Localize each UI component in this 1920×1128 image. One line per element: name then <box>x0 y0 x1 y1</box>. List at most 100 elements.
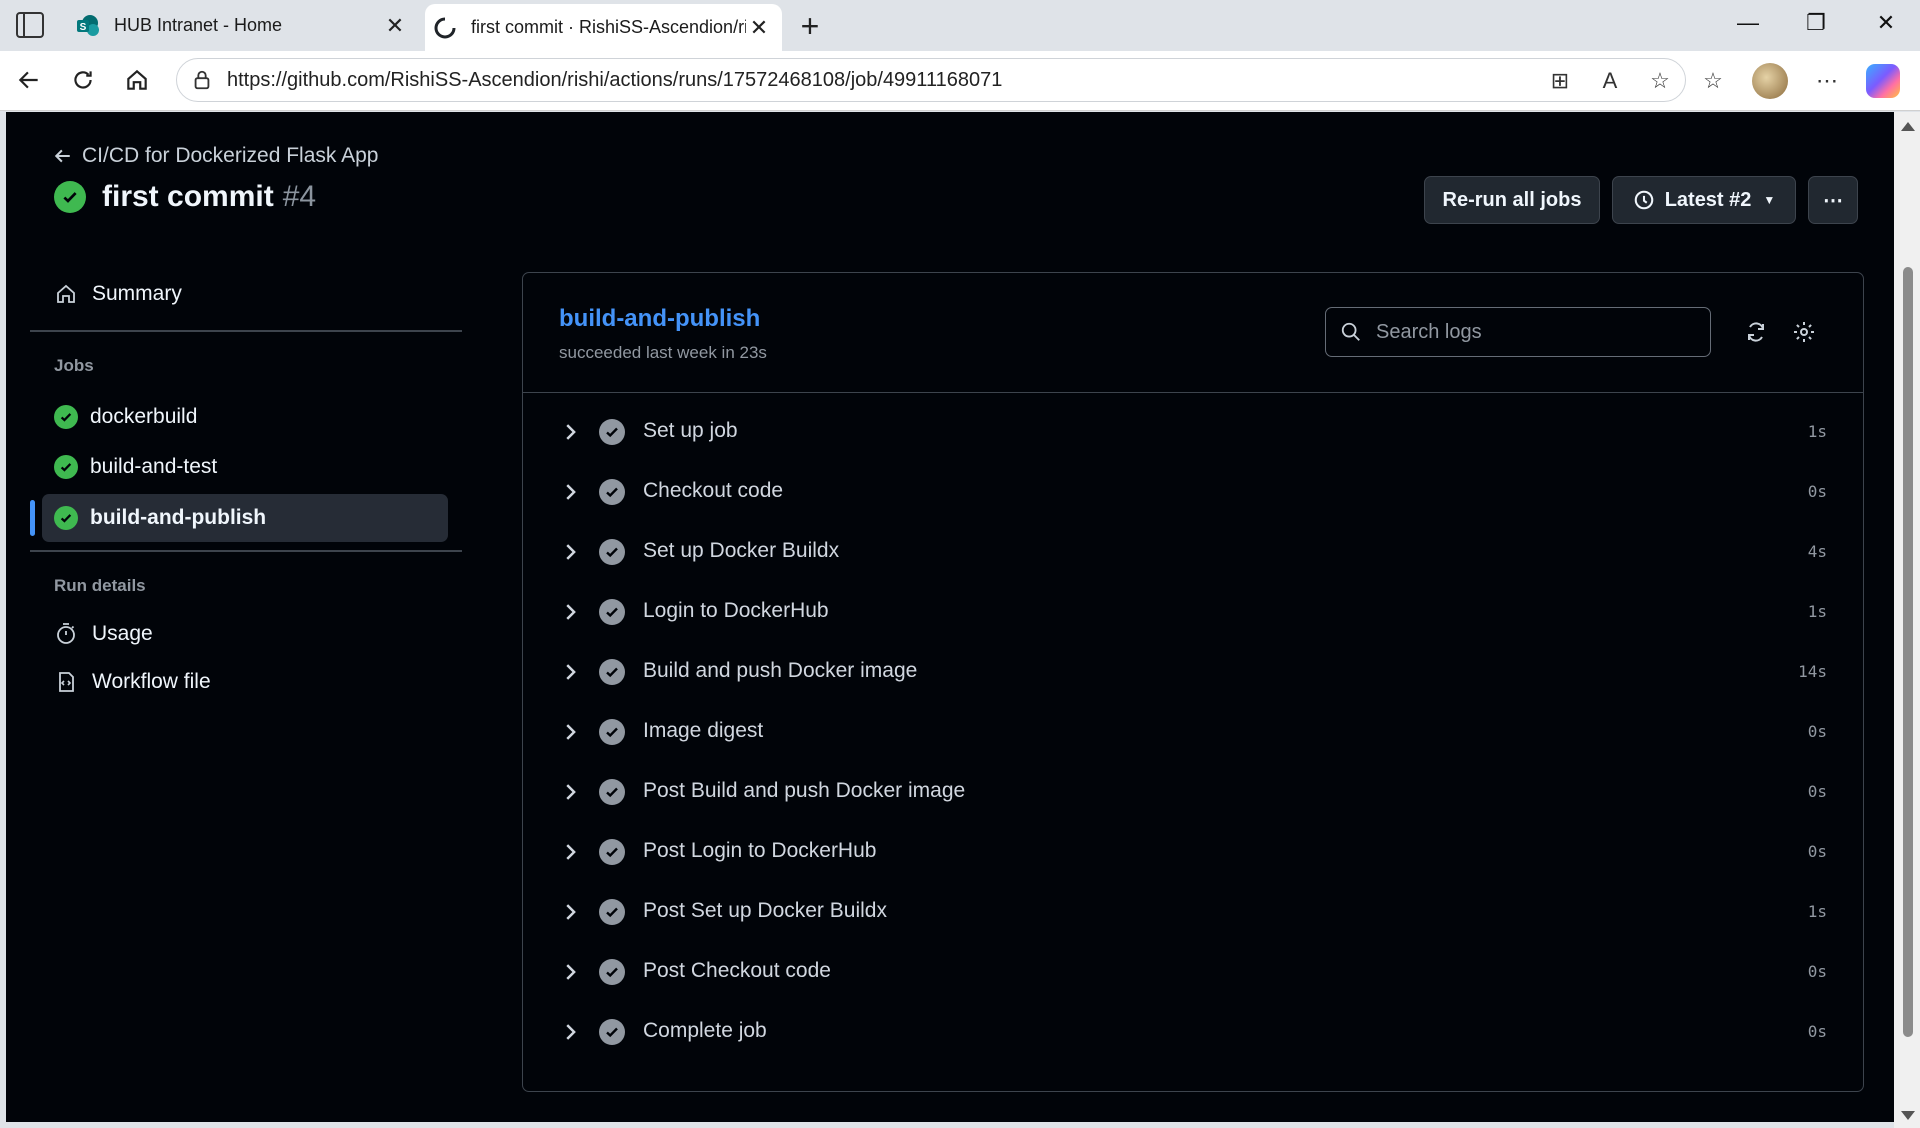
step-row[interactable]: Build and push Docker image 14s <box>523 643 1863 703</box>
attempt-label: Latest #2 <box>1664 188 1752 211</box>
favorites-icon[interactable]: ☆ <box>1700 68 1726 94</box>
browser-tab-github[interactable]: first commit · RishiSS-Ascendion/rishi ✕ <box>425 4 782 51</box>
back-icon[interactable] <box>12 63 46 97</box>
profile-avatar[interactable] <box>1752 63 1788 99</box>
job-header: build-and-publish succeeded last week in… <box>523 273 1863 393</box>
chevron-right-icon[interactable] <box>559 661 581 683</box>
url-bar[interactable]: https://github.com/RishiSS-Ascendion/ris… <box>176 58 1686 102</box>
more-icon[interactable]: ⋯ <box>1814 68 1840 94</box>
history-icon <box>1634 190 1653 210</box>
lock-icon[interactable] <box>191 69 213 91</box>
app-available-icon[interactable]: ⊞ <box>1547 68 1573 94</box>
step-row[interactable]: Post Checkout code 0s <box>523 943 1863 1003</box>
chevron-right-icon[interactable] <box>559 1021 581 1043</box>
step-row[interactable]: Complete job 0s <box>523 1003 1863 1063</box>
sidebar-item-workflow-file[interactable]: Workflow file <box>54 670 211 694</box>
workflow-file-label: Workflow file <box>92 670 211 693</box>
new-tab-icon[interactable]: + <box>795 8 825 45</box>
step-row[interactable]: Checkout code 0s <box>523 463 1863 523</box>
sidebar-item-summary[interactable]: Summary <box>54 282 182 306</box>
home-icon[interactable] <box>120 63 154 97</box>
chevron-right-icon[interactable] <box>559 421 581 443</box>
job-label: build-and-publish <box>90 506 267 529</box>
address-bar-row: https://github.com/RishiSS-Ascendion/ris… <box>0 51 1920 111</box>
step-duration: 0s <box>1807 782 1827 801</box>
tab-actions-icon[interactable] <box>16 12 44 38</box>
more-options-button[interactable]: ⋯ <box>1808 176 1858 224</box>
search-input[interactable] <box>1374 319 1674 345</box>
step-row[interactable]: Set up job 1s <box>523 403 1863 463</box>
scroll-up-icon[interactable] <box>1901 122 1915 131</box>
file-code-icon <box>59 672 74 692</box>
browser-tab-hub-intranet[interactable]: S HUB Intranet - Home ✕ <box>68 4 418 47</box>
step-duration: 0s <box>1807 1022 1827 1041</box>
chevron-right-icon[interactable] <box>559 541 581 563</box>
search-icon <box>1341 322 1360 341</box>
step-name: Build and push Docker image <box>643 659 918 682</box>
chevron-right-icon[interactable] <box>559 961 581 983</box>
step-row[interactable]: Image digest 0s <box>523 703 1863 763</box>
step-row[interactable]: Login to DockerHub 1s <box>523 583 1863 643</box>
step-row[interactable]: Post Set up Docker Buildx 1s <box>523 883 1863 943</box>
step-success-icon <box>599 1019 625 1045</box>
github-loading-icon <box>434 16 456 38</box>
step-name: Post Set up Docker Buildx <box>643 899 887 922</box>
step-name: Post Checkout code <box>643 959 831 982</box>
step-duration: 14s <box>1798 662 1827 681</box>
scroll-thumb[interactable] <box>1903 267 1913 1037</box>
minimize-icon[interactable]: — <box>1728 10 1768 36</box>
close-tab-icon[interactable]: ✕ <box>746 15 772 41</box>
favorite-star-icon[interactable]: ☆ <box>1647 68 1673 94</box>
close-tab-icon[interactable]: ✕ <box>382 13 408 39</box>
restore-icon[interactable]: ❐ <box>1796 10 1836 36</box>
tab-title: first commit · RishiSS-Ascendion/rishi <box>471 17 746 37</box>
refresh-icon[interactable] <box>66 63 100 97</box>
scroll-down-icon[interactable] <box>1901 1111 1915 1120</box>
chevron-right-icon[interactable] <box>559 601 581 623</box>
search-logs-field[interactable] <box>1325 307 1711 357</box>
rerun-all-jobs-button[interactable]: Re-run all jobs <box>1424 176 1600 224</box>
divider <box>30 330 462 332</box>
step-name: Image digest <box>643 719 764 742</box>
step-success-icon <box>599 479 625 505</box>
tab-title: HUB Intranet - Home <box>114 15 283 35</box>
chevron-right-icon[interactable] <box>559 781 581 803</box>
workflow-name[interactable]: CI/CD for Dockerized Flask App <box>82 144 378 168</box>
step-row[interactable]: Set up Docker Buildx 4s <box>523 523 1863 583</box>
chevron-right-icon[interactable] <box>559 901 581 923</box>
copilot-icon[interactable] <box>1866 64 1900 98</box>
step-duration: 1s <box>1807 602 1827 621</box>
sidebar-job-build-and-test[interactable]: build-and-test <box>42 443 448 491</box>
step-row[interactable]: Post Login to DockerHub 0s <box>523 823 1863 883</box>
sidebar-job-dockerbuild[interactable]: dockerbuild <box>42 393 448 441</box>
sidebar-item-usage[interactable]: Usage <box>54 622 153 646</box>
job-status: succeeded last week in 23s <box>559 343 767 362</box>
chevron-right-icon[interactable] <box>559 721 581 743</box>
close-window-icon[interactable]: ✕ <box>1866 10 1906 36</box>
step-success-icon <box>599 659 625 685</box>
job-label: build-and-test <box>90 455 218 478</box>
job-log-panel: build-and-publish succeeded last week in… <box>522 272 1864 1092</box>
url-text[interactable]: https://github.com/RishiSS-Ascendion/ris… <box>227 69 1002 92</box>
attempt-select-button[interactable]: Latest #2 ▼ <box>1612 176 1796 224</box>
workflow-back-link[interactable]: CI/CD for Dockerized Flask App <box>54 144 378 168</box>
success-check-icon <box>54 181 86 213</box>
job-name[interactable]: build-and-publish <box>559 305 760 333</box>
step-duration: 4s <box>1807 542 1827 561</box>
settings-gear-icon[interactable] <box>1789 317 1819 347</box>
chevron-right-icon[interactable] <box>559 841 581 863</box>
sidebar-job-build-and-publish[interactable]: build-and-publish <box>42 494 448 542</box>
step-duration: 0s <box>1807 962 1827 981</box>
step-duration: 0s <box>1807 842 1827 861</box>
rerun-label: Re-run all jobs <box>1442 188 1582 211</box>
browser-tab-bar: S HUB Intranet - Home ✕ first commit · R… <box>0 0 1920 51</box>
step-name: Login to DockerHub <box>643 599 829 622</box>
chevron-right-icon[interactable] <box>559 481 581 503</box>
step-success-icon <box>599 839 625 865</box>
page-scrollbar[interactable] <box>1894 112 1920 1128</box>
step-success-icon <box>599 899 625 925</box>
refresh-logs-icon[interactable] <box>1741 317 1771 347</box>
step-row[interactable]: Post Build and push Docker image 0s <box>523 763 1863 823</box>
read-aloud-icon[interactable]: A <box>1597 68 1623 94</box>
run-number: #4 <box>282 180 317 213</box>
